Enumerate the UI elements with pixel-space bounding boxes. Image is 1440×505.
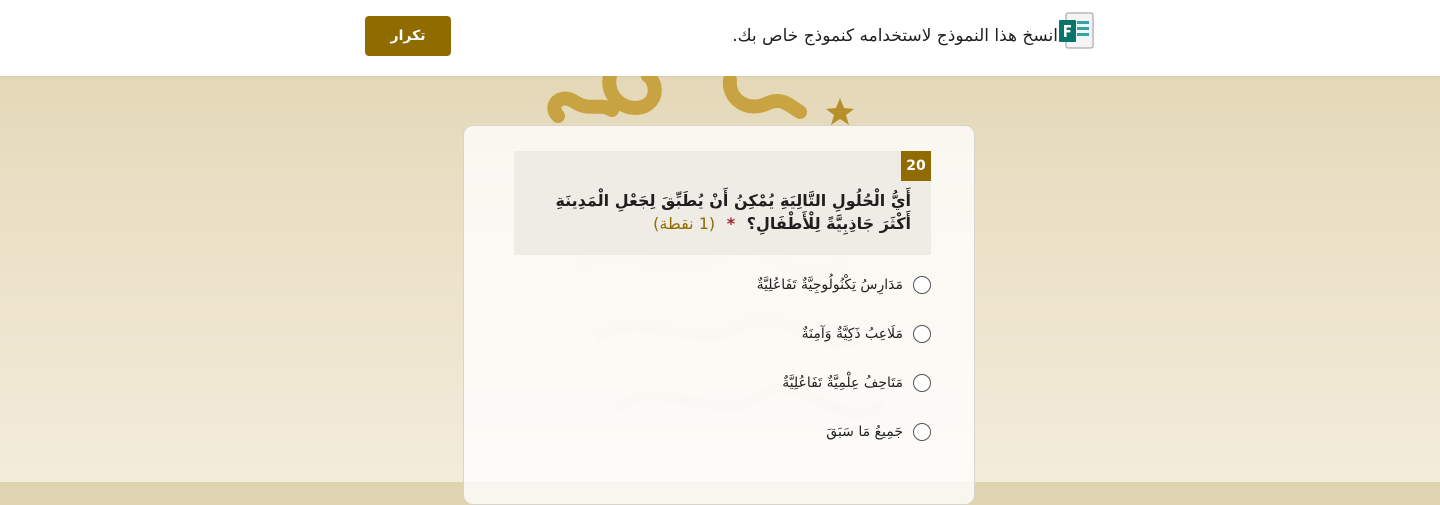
answer-option-label: مَتَاحِفُ عِلْمِيَّةٌ تَفَاعُلِيَّةٌ (782, 375, 903, 391)
answer-option-label: مَلَاعِبُ ذَكِيَّةٌ وَآمِنَةٌ (801, 326, 903, 342)
radio-button[interactable] (913, 276, 931, 294)
answer-option-1[interactable]: مَدَارِسُ تِكْنُولُوجِيَّةٌ تَفَاعُلِيَّ… (714, 273, 931, 297)
answer-option-label: جَمِيعُ مَا سَبَقَ (826, 424, 903, 440)
form-card: 20 أَيُّ الْحُلُولِ التَّالِيَةِ يُمْكِن… (463, 125, 975, 505)
question-block: 20 أَيُّ الْحُلُولِ التَّالِيَةِ يُمْكِن… (514, 151, 931, 255)
answer-option-4[interactable]: جَمِيعُ مَا سَبَقَ (714, 420, 931, 444)
radio-button[interactable] (913, 374, 931, 392)
top-bar: انسخ هذا النموذج لاستخدامه كنموذج خاص بك… (0, 0, 1440, 76)
answer-option-label: مَدَارِسُ تِكْنُولُوجِيَّةٌ تَفَاعُلِيَّ… (756, 277, 903, 293)
answer-option-3[interactable]: مَتَاحِفُ عِلْمِيَّةٌ تَفَاعُلِيَّةٌ (714, 371, 931, 395)
microsoft-forms-icon (1059, 12, 1094, 49)
duplicate-button[interactable]: تكرار (365, 16, 451, 56)
radio-button[interactable] (913, 423, 931, 441)
required-asterisk: * (726, 214, 736, 233)
answer-option-2[interactable]: مَلَاعِبُ ذَكِيَّةٌ وَآمِنَةٌ (714, 322, 931, 346)
copy-form-text: انسخ هذا النموذج لاستخدامه كنموذج خاص بك… (732, 26, 1058, 46)
radio-button[interactable] (913, 325, 931, 343)
question-title: أَيُّ الْحُلُولِ التَّالِيَةِ يُمْكِنُ أ… (531, 189, 911, 235)
question-points: (1 نقطة) (653, 214, 716, 233)
question-number: 20 (901, 151, 931, 181)
